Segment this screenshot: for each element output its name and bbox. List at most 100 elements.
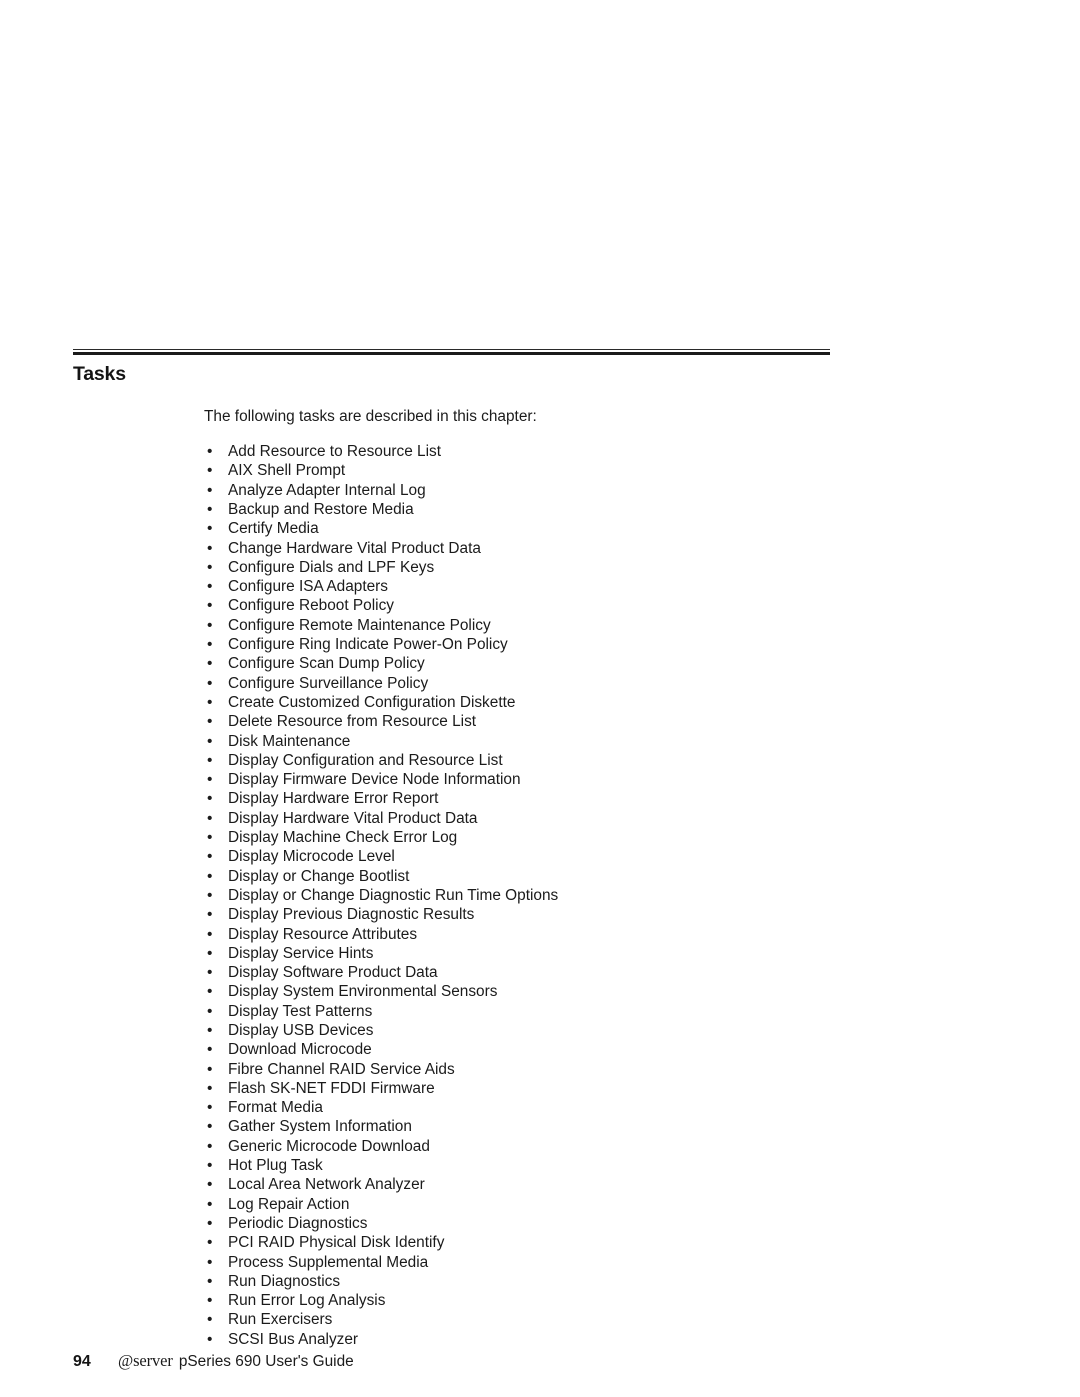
task-list-item: • Periodic Diagnostics: [204, 1214, 904, 1233]
bullet-icon: •: [207, 693, 213, 711]
task-label: Backup and Restore Media: [228, 500, 414, 518]
bullet-icon: •: [207, 443, 213, 461]
task-list-item: • Hot Plug Task: [204, 1156, 904, 1175]
task-list-item: • PCI RAID Physical Disk Identify: [204, 1233, 904, 1252]
task-list-item: • Local Area Network Analyzer: [204, 1175, 904, 1194]
task-list-item: • Delete Resource from Resource List: [204, 712, 904, 731]
task-list-item: • Display System Environmental Sensors: [204, 982, 904, 1001]
task-list-item: • Display Hardware Vital Product Data: [204, 809, 904, 828]
task-label: Configure Surveillance Policy: [228, 674, 429, 692]
bullet-icon: •: [207, 1195, 213, 1213]
task-label: Configure Remote Maintenance Policy: [228, 616, 491, 634]
document-page: Tasks The following tasks are described …: [0, 0, 1080, 1397]
bullet-icon: •: [207, 1292, 213, 1310]
task-label: Configure ISA Adapters: [228, 578, 388, 596]
task-list-item: • Configure Dials and LPF Keys: [204, 558, 904, 577]
task-label: Run Diagnostics: [228, 1272, 341, 1290]
task-list-item: • Analyze Adapter Internal Log: [204, 481, 904, 500]
bullet-icon: •: [207, 597, 213, 615]
task-label: Process Supplemental Media: [228, 1253, 429, 1271]
section-heading-block: Tasks: [73, 349, 830, 385]
bullet-icon: •: [207, 1330, 213, 1348]
task-list-item: • Format Media: [204, 1098, 904, 1117]
task-list-item: • Display USB Devices: [204, 1021, 904, 1040]
bullet-icon: •: [207, 655, 213, 673]
task-label: Configure Dials and LPF Keys: [228, 558, 435, 576]
bullet-icon: •: [207, 809, 213, 827]
task-label: Run Exercisers: [228, 1311, 333, 1329]
bullet-icon: •: [207, 481, 213, 499]
heading-rule-thick: [73, 352, 830, 355]
task-label: Change Hardware Vital Product Data: [228, 539, 481, 557]
bullet-icon: •: [207, 867, 213, 885]
task-label: Run Error Log Analysis: [228, 1292, 386, 1310]
task-label: Flash SK-NET FDDI Firmware: [228, 1079, 435, 1097]
task-label: Display Machine Check Error Log: [228, 829, 458, 847]
task-list-item: • Log Repair Action: [204, 1195, 904, 1214]
task-label: Display Service Hints: [228, 944, 374, 962]
task-list-item: • Create Customized Configuration Diskett…: [204, 693, 904, 712]
body-column: The following tasks are described in thi…: [204, 392, 904, 1349]
task-list-item: • Generic Microcode Download: [204, 1137, 904, 1156]
task-label: Display Resource Attributes: [228, 925, 418, 943]
task-list-item: • Display Resource Attributes: [204, 925, 904, 944]
task-list-item: • SCSI Bus Analyzer: [204, 1330, 904, 1349]
bullet-icon: •: [207, 829, 213, 847]
task-list-item: • Configure Scan Dump Policy: [204, 654, 904, 673]
task-label: Format Media: [228, 1099, 323, 1117]
task-list-item: • Configure Remote Maintenance Policy: [204, 616, 904, 635]
bullet-icon: •: [207, 462, 213, 480]
bullet-icon: •: [207, 616, 213, 634]
task-label: Display Hardware Vital Product Data: [228, 809, 478, 827]
task-list-item: • Display Test Patterns: [204, 1002, 904, 1021]
bullet-icon: •: [207, 1234, 213, 1252]
bullet-icon: •: [207, 713, 213, 731]
task-label: Display Microcode Level: [228, 848, 395, 866]
bullet-icon: •: [207, 771, 213, 789]
bullet-icon: •: [207, 886, 213, 904]
task-label: Add Resource to Resource List: [228, 443, 442, 461]
task-list-item: • Configure Surveillance Policy: [204, 674, 904, 693]
task-list-item: • Change Hardware Vital Product Data: [204, 539, 904, 558]
bullet-icon: •: [207, 1002, 213, 1020]
bullet-icon: •: [207, 964, 213, 982]
bullet-icon: •: [207, 848, 213, 866]
task-label: Certify Media: [228, 520, 319, 538]
page-title: Tasks: [73, 363, 126, 385]
bullet-icon: •: [207, 790, 213, 808]
task-label: Display Test Patterns: [228, 1002, 373, 1020]
task-list-item: • Display Service Hints: [204, 944, 904, 963]
bullet-icon: •: [207, 1021, 213, 1039]
task-list-item: • Flash SK-NET FDDI Firmware: [204, 1079, 904, 1098]
task-label: Display System Environmental Sensors: [228, 983, 498, 1001]
task-label: Generic Microcode Download: [228, 1137, 430, 1155]
intro-paragraph: The following tasks are described in thi…: [204, 408, 537, 426]
task-list-item: • Process Supplemental Media: [204, 1253, 904, 1272]
task-list-item: • Add Resource to Resource List: [204, 442, 904, 461]
bullet-icon: •: [207, 983, 213, 1001]
task-list-item: • Display Microcode Level: [204, 847, 904, 866]
task-label: Display or Change Bootlist: [228, 867, 410, 885]
task-label: Create Customized Configuration Diskette: [228, 693, 516, 711]
task-list-item: • Backup and Restore Media: [204, 500, 904, 519]
bullet-icon: •: [207, 674, 213, 692]
task-list-item: • Configure Ring Indicate Power-On Policy: [204, 635, 904, 654]
bullet-icon: •: [207, 1118, 213, 1136]
task-label: Display Hardware Error Report: [228, 790, 439, 808]
task-label: Display or Change Diagnostic Run Time Op…: [228, 886, 559, 904]
task-list-item: • Display Previous Diagnostic Results: [204, 905, 904, 924]
task-label: Hot Plug Task: [228, 1157, 323, 1175]
task-label: Delete Resource from Resource List: [228, 713, 477, 731]
task-list-item: • Gather System Information: [204, 1117, 904, 1136]
bullet-icon: •: [207, 539, 213, 557]
task-list-item: • Display or Change Bootlist: [204, 867, 904, 886]
bullet-icon: •: [207, 1253, 213, 1271]
book-title: pSeries 690 User's Guide: [178, 1353, 354, 1370]
task-list-item: • Certify Media: [204, 519, 904, 538]
eserver-brand-logotype: @server: [118, 1351, 173, 1370]
bullet-icon: •: [207, 636, 213, 654]
task-label: PCI RAID Physical Disk Identify: [228, 1234, 445, 1252]
task-label: Display Previous Diagnostic Results: [228, 906, 475, 924]
task-list-item: • Run Exercisers: [204, 1310, 904, 1329]
task-list-item: • Display Firmware Device Node Informatio…: [204, 770, 904, 789]
